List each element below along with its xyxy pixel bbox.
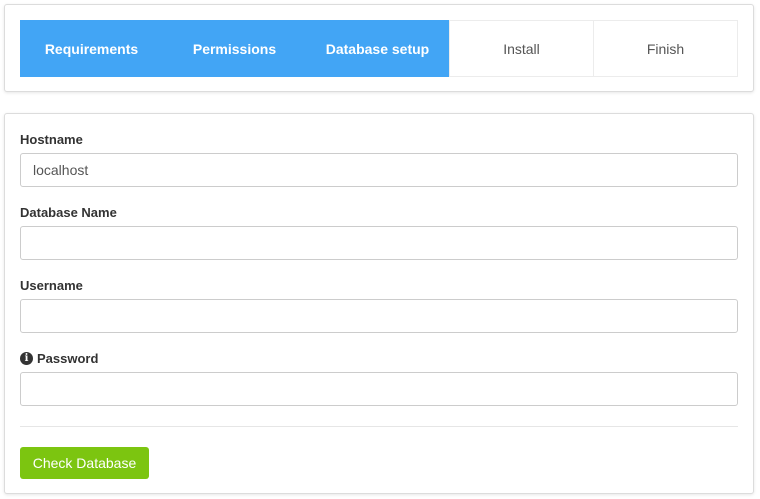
step-finish: Finish: [594, 20, 738, 77]
step-permissions[interactable]: Permissions: [163, 20, 306, 77]
database-form-panel: Hostname Database Name Username i Passwo…: [4, 113, 754, 494]
username-input[interactable]: [20, 299, 738, 333]
hostname-label-text: Hostname: [20, 132, 83, 147]
database-name-label: Database Name: [20, 205, 117, 220]
password-input[interactable]: [20, 372, 738, 406]
hostname-label: Hostname: [20, 132, 83, 147]
database-name-label-text: Database Name: [20, 205, 117, 220]
step-install: Install: [449, 20, 594, 77]
wizard-steps: Requirements Permissions Database setup …: [20, 20, 738, 77]
form-divider: [20, 426, 738, 427]
step-database-setup[interactable]: Database setup: [306, 20, 449, 77]
database-name-input[interactable]: [20, 226, 738, 260]
wizard-steps-panel: Requirements Permissions Database setup …: [4, 4, 754, 92]
password-label-text: Password: [37, 351, 99, 366]
password-label: i Password: [20, 351, 98, 366]
hostname-input[interactable]: [20, 153, 738, 187]
step-requirements[interactable]: Requirements: [20, 20, 163, 77]
info-icon[interactable]: i: [20, 352, 33, 365]
username-label: Username: [20, 278, 83, 293]
username-label-text: Username: [20, 278, 83, 293]
check-database-button[interactable]: Check Database: [20, 447, 149, 479]
